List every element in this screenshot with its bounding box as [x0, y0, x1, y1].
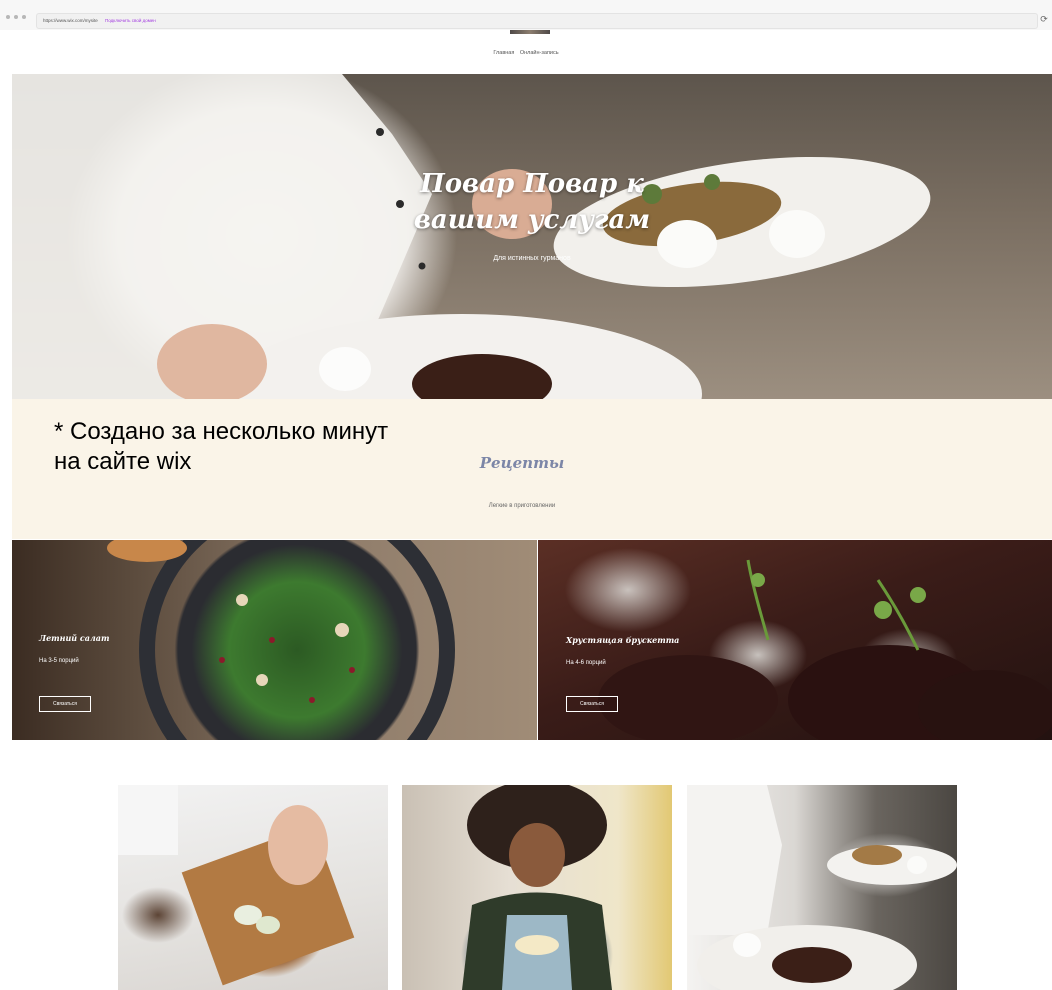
site-nav: Главная Онлайн-запись	[0, 50, 1052, 56]
chef-plates-illustration	[687, 785, 957, 990]
recipe-card-title: Летний салат	[39, 633, 110, 643]
minimize-window-dot[interactable]	[14, 15, 18, 19]
browser-toolbar: https://www.wix.com/mysite Подключить св…	[0, 0, 1052, 31]
contact-button[interactable]: Связаться	[566, 696, 618, 712]
hero-banner: Повар Повар к вашим услугам Для истинных…	[12, 74, 1052, 399]
recipe-card-portions: На 4-6 порций	[566, 660, 606, 666]
recipe-card-salad: Летний салат На 3-5 порций Связаться	[12, 540, 537, 740]
recipes-subtitle: Легкие в приготовлении	[488, 503, 556, 509]
cook-smiling-illustration	[462, 785, 612, 990]
window-controls	[6, 15, 26, 19]
recipes-title: Рецепты	[479, 454, 565, 472]
reload-icon[interactable]: ⟳	[1038, 12, 1050, 26]
recipes-section: * Создано за несколько минут на сайте wi…	[12, 399, 1052, 539]
recipe-card-bruschetta: Хрустящая брускетта На 4-6 порций Связат…	[538, 540, 1052, 740]
nav-item-booking[interactable]: Онлайн-запись	[520, 50, 559, 56]
gallery-image-cutting-board[interactable]	[118, 785, 388, 990]
contact-button[interactable]: Связаться	[39, 696, 91, 712]
recipe-card-portions: На 3-5 порций	[39, 658, 79, 664]
gallery-image-chef-plates[interactable]	[687, 785, 957, 990]
site-logo[interactable]	[510, 30, 550, 34]
recipe-card-title: Хрустящая брускетта	[566, 635, 680, 645]
close-window-dot[interactable]	[6, 15, 10, 19]
nav-item-home[interactable]: Главная	[493, 50, 514, 56]
gallery-image-cook-smiling[interactable]	[402, 785, 672, 990]
hero-subtitle: Для истинных гурманов	[493, 255, 571, 262]
connect-domain-link[interactable]: Подключить свой домен	[105, 18, 156, 23]
hero-title: Повар Повар к вашим услугам	[413, 169, 651, 235]
cutting-board-illustration	[118, 785, 355, 986]
address-bar[interactable]: https://www.wix.com/mysite Подключить св…	[36, 13, 1038, 29]
site-header: Главная Онлайн-запись	[0, 30, 1052, 74]
address-url: https://www.wix.com/mysite	[43, 18, 98, 23]
maximize-window-dot[interactable]	[22, 15, 26, 19]
